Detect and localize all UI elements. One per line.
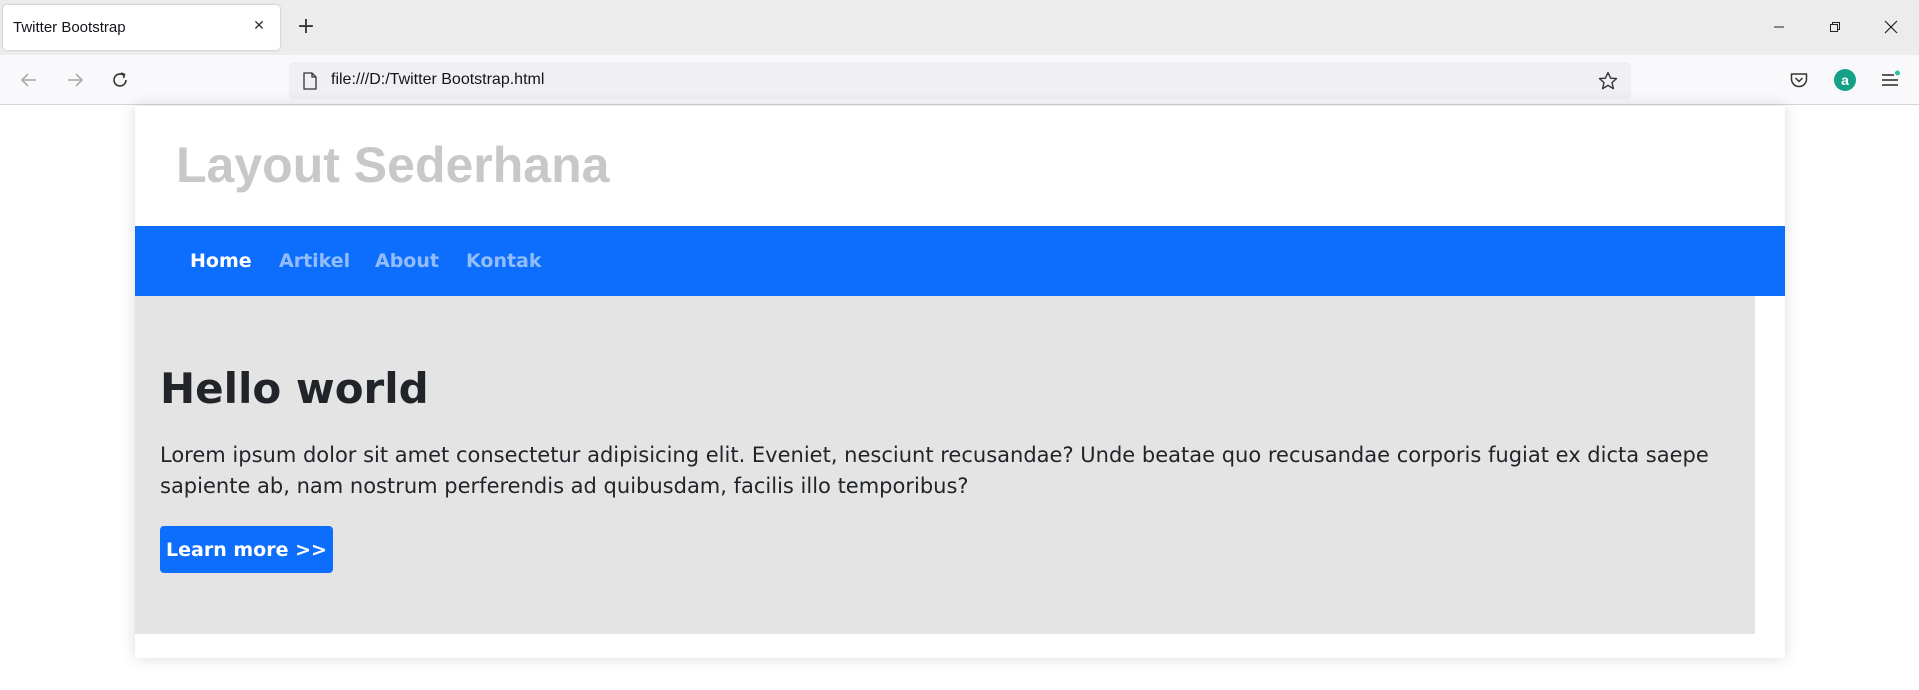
nav-link-artikel[interactable]: Artikel — [279, 250, 350, 272]
pocket-icon[interactable] — [1784, 65, 1814, 95]
menu-icon[interactable] — [1875, 65, 1905, 95]
hero-section: Hello world Lorem ipsum dolor sit amet c… — [135, 296, 1755, 634]
browser-toolbar: file:///D:/Twitter Bootstrap.html a — [0, 55, 1919, 105]
url-bar[interactable]: file:///D:/Twitter Bootstrap.html — [289, 62, 1631, 99]
nav-link-about[interactable]: About — [375, 250, 439, 272]
tab-title: Twitter Bootstrap — [13, 19, 126, 36]
window-close-icon[interactable] — [1876, 12, 1906, 42]
learn-more-button[interactable]: Learn more >> — [160, 526, 333, 573]
browser-tab-bar: Twitter Bootstrap ✕ + — [0, 0, 1919, 55]
star-icon[interactable] — [1595, 68, 1621, 94]
url-text[interactable]: file:///D:/Twitter Bootstrap.html — [331, 71, 544, 89]
nav-link-kontak[interactable]: Kontak — [466, 250, 542, 272]
close-icon[interactable]: ✕ — [248, 15, 270, 37]
page-container: Layout Sederhana Home Artikel About Kont… — [135, 106, 1785, 658]
account-badge: a — [1834, 69, 1856, 91]
back-arrow-icon[interactable] — [14, 65, 44, 95]
browser-tab[interactable]: Twitter Bootstrap ✕ — [3, 5, 280, 50]
restore-icon[interactable] — [1820, 12, 1850, 42]
account-icon[interactable]: a — [1830, 65, 1860, 95]
site-navbar: Home Artikel About Kontak — [135, 226, 1785, 296]
forward-arrow-icon[interactable] — [60, 65, 90, 95]
minimize-icon[interactable] — [1764, 12, 1794, 42]
hero-title: Hello world — [160, 364, 429, 413]
nav-link-home[interactable]: Home — [190, 250, 252, 272]
reload-icon[interactable] — [105, 65, 135, 95]
plus-icon[interactable]: + — [292, 12, 320, 40]
page-icon — [301, 71, 319, 91]
page-viewport: Layout Sederhana Home Artikel About Kont… — [0, 106, 1919, 690]
site-title: Layout Sederhana — [176, 137, 610, 193]
hero-text: Lorem ipsum dolor sit amet consectetur a… — [160, 443, 1709, 498]
